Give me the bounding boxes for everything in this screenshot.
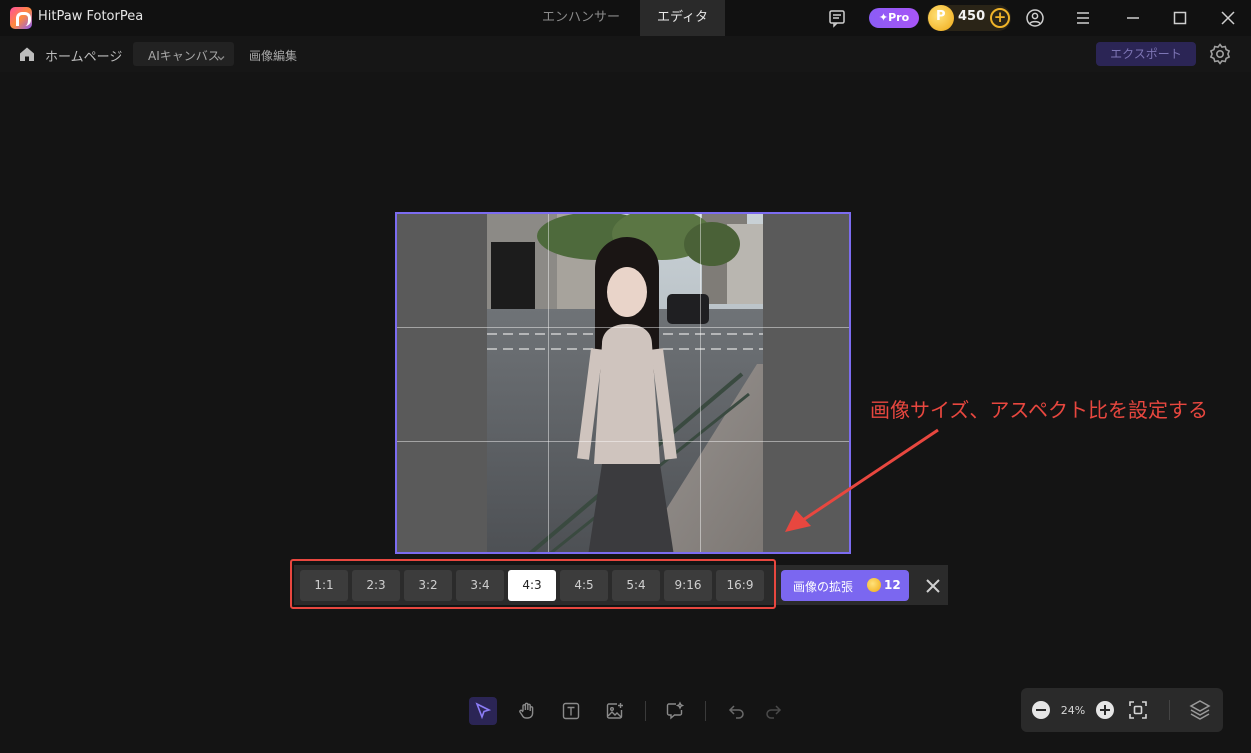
zoom-in-button[interactable] bbox=[1096, 701, 1114, 719]
app-logo bbox=[10, 7, 32, 29]
fit-screen-icon[interactable] bbox=[1127, 699, 1149, 721]
text-icon bbox=[562, 702, 580, 720]
hand-icon bbox=[519, 702, 534, 719]
redo-icon bbox=[766, 705, 782, 719]
hand-tool[interactable] bbox=[513, 697, 541, 725]
grid-line bbox=[397, 441, 849, 442]
add-coins-icon[interactable]: + bbox=[990, 8, 1010, 28]
annotation-text: 画像サイズ、アスペクト比を設定する bbox=[870, 398, 1208, 422]
user-icon[interactable] bbox=[1024, 7, 1046, 29]
expand-image-button[interactable]: 画像の拡張 12 bbox=[781, 570, 909, 601]
minimize-icon[interactable] bbox=[1122, 7, 1144, 29]
expand-image-label: 画像の拡張 bbox=[793, 580, 854, 594]
feedback-icon[interactable] bbox=[826, 7, 848, 29]
toolbar-divider bbox=[705, 701, 706, 721]
layers-icon[interactable] bbox=[1187, 697, 1213, 723]
text-tool[interactable] bbox=[557, 697, 585, 725]
close-window-icon[interactable] bbox=[1217, 7, 1239, 29]
select-icon bbox=[475, 702, 492, 720]
app-title: HitPaw FotorPea bbox=[38, 9, 144, 24]
maximize-icon[interactable] bbox=[1169, 7, 1191, 29]
select-tool[interactable] bbox=[469, 697, 497, 725]
expand-cost: 12 bbox=[884, 578, 901, 592]
export-button[interactable]: エクスポート bbox=[1096, 42, 1196, 66]
tab-editor[interactable]: エディタ bbox=[640, 0, 725, 36]
gear-icon[interactable] bbox=[1208, 42, 1232, 66]
pro-badge[interactable]: ✦Pro bbox=[869, 8, 919, 28]
grid-line bbox=[548, 214, 549, 552]
coin-icon bbox=[867, 578, 881, 592]
grid-line bbox=[700, 214, 701, 552]
close-icon[interactable] bbox=[921, 574, 945, 598]
zoom-out-button[interactable] bbox=[1032, 701, 1050, 719]
pro-label: Pro bbox=[888, 11, 910, 24]
image-edit-label[interactable]: 画像編集 bbox=[249, 47, 297, 64]
coin-count: 450 bbox=[958, 9, 986, 24]
ai-chat-icon bbox=[666, 701, 685, 720]
menu-icon[interactable] bbox=[1072, 7, 1094, 29]
toolbar-divider bbox=[645, 701, 646, 721]
zoom-divider bbox=[1169, 700, 1170, 720]
grid-line bbox=[397, 327, 849, 328]
chevron-down-icon bbox=[216, 48, 226, 61]
home-icon[interactable] bbox=[18, 45, 36, 63]
home-link[interactable]: ホームページ bbox=[45, 46, 122, 65]
redo-button[interactable] bbox=[759, 697, 787, 725]
coin-icon bbox=[928, 5, 954, 31]
tab-enhancer[interactable]: エンハンサー bbox=[528, 0, 634, 36]
zoom-value: 24% bbox=[1060, 704, 1086, 717]
undo-button[interactable] bbox=[723, 697, 751, 725]
photo bbox=[487, 214, 763, 552]
canvas-frame[interactable] bbox=[395, 212, 851, 554]
ai-chat-tool[interactable] bbox=[661, 697, 689, 725]
annotation-highlight-box bbox=[290, 559, 776, 609]
undo-icon bbox=[728, 705, 744, 719]
ai-canvas-select-label: AIキャンバス bbox=[148, 49, 220, 63]
add-image-icon bbox=[606, 703, 623, 719]
add-image-tool[interactable] bbox=[601, 697, 629, 725]
